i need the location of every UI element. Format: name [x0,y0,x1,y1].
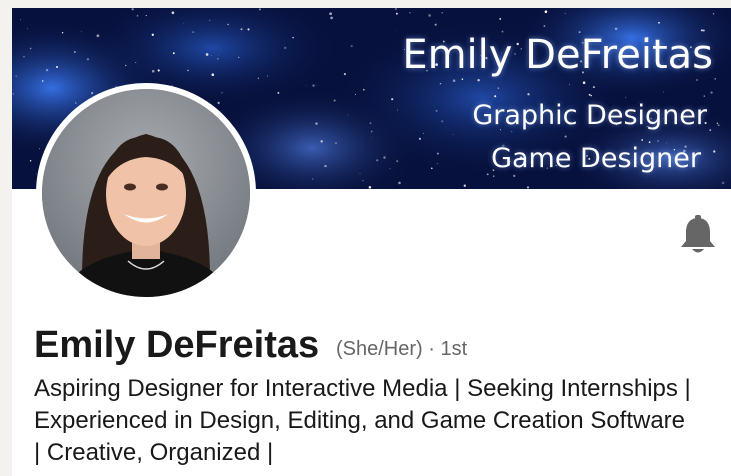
banner-title-game: Game Designer [491,143,701,174]
banner-name-text: Emily DeFreitas [402,32,713,78]
pronouns-and-degree: (She/Her) · 1st [336,338,467,361]
pronouns: (She/Her) [336,338,423,360]
profile-headline: Aspiring Designer for Interactive Media … [34,375,691,466]
bell-icon[interactable] [678,214,718,256]
avatar[interactable] [36,83,256,303]
banner-title-graphic: Graphic Designer [472,100,707,131]
profile-name: Emily DeFreitas [34,324,320,366]
profile-photo [42,89,250,297]
profile-card: Emily DeFreitas Graphic Designer Game De… [12,8,731,476]
connection-separator: · [428,338,435,360]
connection-degree: 1st [440,338,468,360]
